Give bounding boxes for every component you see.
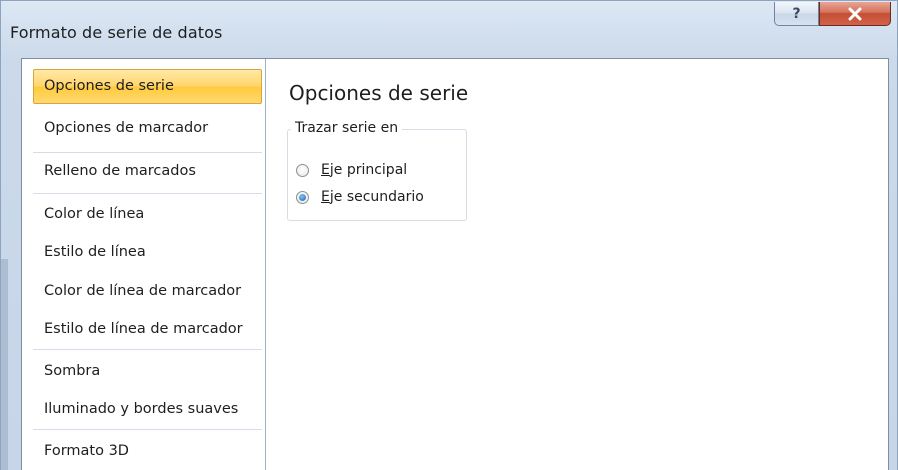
- help-icon: ?: [792, 5, 801, 22]
- category-item-estilo-de-linea-de-marcador[interactable]: Estilo de línea de marcador: [33, 312, 262, 347]
- category-separator: [33, 429, 262, 430]
- dialog-content: Opciones de serie Opciones de marcador R…: [21, 58, 889, 470]
- category-item-color-de-linea[interactable]: Color de línea: [33, 197, 262, 232]
- window-edge: [1, 259, 8, 470]
- secondary-axis-label: Eje secundario: [321, 189, 424, 205]
- category-separator: [33, 349, 262, 350]
- primary-axis-radio[interactable]: [296, 163, 309, 177]
- category-item-sombra[interactable]: Sombra: [33, 354, 262, 389]
- dialog-title: Formato de serie de datos: [10, 23, 223, 42]
- help-button[interactable]: ?: [774, 2, 819, 26]
- secondary-axis-radio[interactable]: [296, 190, 309, 204]
- dialog-window: Formato de serie de datos ? Opciones de …: [0, 0, 898, 470]
- close-button[interactable]: [819, 2, 891, 26]
- options-panel: Opciones de serie Trazar serie en Eje pr…: [277, 59, 888, 470]
- plot-series-on-group: Trazar serie en Eje principal Eje secund…: [287, 120, 467, 221]
- primary-axis-option[interactable]: Eje principal: [296, 160, 407, 180]
- category-item-opciones-de-serie[interactable]: Opciones de serie: [33, 69, 262, 104]
- category-item-color-de-linea-de-marcador[interactable]: Color de línea de marcador: [33, 274, 262, 309]
- group-label: Trazar serie en: [291, 120, 403, 136]
- category-list: Opciones de serie Opciones de marcador R…: [22, 59, 266, 470]
- category-item-opciones-de-marcador[interactable]: Opciones de marcador: [33, 111, 262, 146]
- panel-title: Opciones de serie: [289, 81, 469, 105]
- category-item-formato-3d[interactable]: Formato 3D: [33, 434, 262, 469]
- title-bar[interactable]: Formato de serie de datos ?: [1, 1, 897, 51]
- primary-axis-label: Eje principal: [321, 162, 408, 178]
- close-icon: [848, 7, 862, 20]
- category-item-relleno-de-marcados[interactable]: Relleno de marcados: [33, 154, 262, 189]
- category-item-estilo-de-linea[interactable]: Estilo de línea: [33, 235, 262, 270]
- category-separator: [33, 193, 262, 194]
- secondary-axis-option[interactable]: Eje secundario: [296, 187, 424, 207]
- category-item-iluminado-y-bordes-suaves[interactable]: Iluminado y bordes suaves: [33, 392, 262, 427]
- category-separator: [33, 152, 262, 153]
